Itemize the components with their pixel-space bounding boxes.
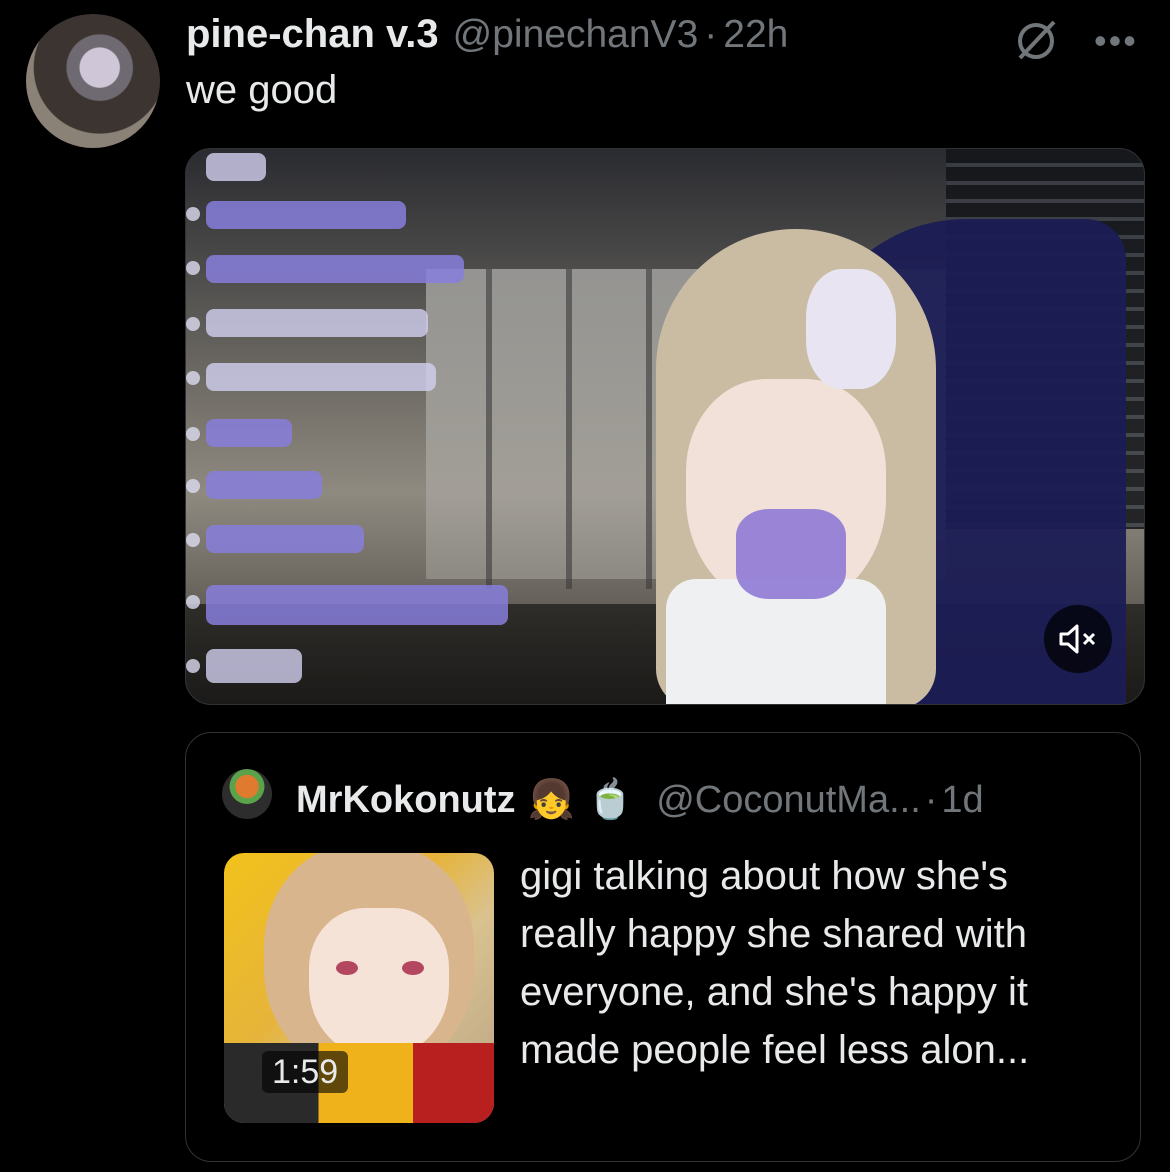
chat-bubble bbox=[206, 525, 364, 553]
handle[interactable]: @pinechanV3 bbox=[453, 13, 699, 57]
quoted-tweet[interactable]: MrKokonutz 👧 🍵 @CoconutMa... · 1d 1:59 g… bbox=[185, 732, 1141, 1162]
timestamp[interactable]: 22h bbox=[723, 13, 788, 57]
thumbnail-face bbox=[309, 908, 449, 1058]
chat-pip bbox=[186, 207, 200, 221]
chat-pip bbox=[186, 261, 200, 275]
display-name[interactable]: pine-chan v.3 bbox=[186, 12, 439, 57]
thumbnail-eye bbox=[402, 961, 424, 975]
character-bow bbox=[806, 269, 896, 389]
quoted-header: MrKokonutz 👧 🍵 @CoconutMa... · 1d bbox=[296, 773, 984, 827]
girl-emoji-icon: 👧 bbox=[527, 779, 575, 821]
video-duration: 1:59 bbox=[262, 1051, 349, 1093]
chat-bubble bbox=[206, 471, 322, 499]
chat-bubble bbox=[206, 153, 266, 181]
volume-muted-icon bbox=[1059, 624, 1096, 654]
tea-emoji-icon: 🍵 bbox=[586, 779, 635, 821]
chat-bubble bbox=[206, 309, 428, 337]
thumbnail-eye bbox=[336, 961, 358, 975]
mute-button[interactable] bbox=[1044, 605, 1112, 673]
quoted-display-name[interactable]: MrKokonutz bbox=[296, 779, 516, 822]
chat-pip bbox=[186, 427, 200, 441]
window-frame bbox=[566, 269, 572, 589]
chat-overlay bbox=[186, 149, 546, 704]
more-icon[interactable]: ••• bbox=[1094, 20, 1138, 62]
chat-bubble bbox=[206, 255, 464, 283]
avatar[interactable] bbox=[26, 14, 160, 148]
separator-dot: · bbox=[704, 13, 718, 56]
chat-pip bbox=[186, 659, 200, 673]
tweet-header: pine-chan v.3 @pinechanV3 · 22h bbox=[186, 12, 788, 62]
quoted-handle[interactable]: @CoconutMa... bbox=[656, 779, 921, 822]
chat-pip bbox=[186, 479, 200, 493]
chat-bubble bbox=[206, 363, 436, 391]
quoted-timestamp[interactable]: 1d bbox=[941, 779, 983, 822]
quoted-video-thumbnail[interactable]: 1:59 bbox=[224, 853, 494, 1123]
chat-bubble bbox=[206, 201, 406, 229]
video-player[interactable] bbox=[185, 148, 1145, 705]
chat-pip bbox=[186, 317, 200, 331]
character-ribbon bbox=[736, 509, 846, 599]
quoted-text: gigi talking about how she's really happ… bbox=[520, 854, 1030, 1072]
grok-icon[interactable] bbox=[1014, 18, 1060, 62]
tweet-text: we good bbox=[186, 68, 338, 112]
chat-bubble bbox=[206, 419, 292, 447]
chat-pip bbox=[186, 595, 200, 609]
chat-pip bbox=[186, 533, 200, 547]
chat-pip bbox=[186, 371, 200, 385]
chat-bubble bbox=[206, 585, 508, 625]
quoted-avatar[interactable] bbox=[222, 769, 272, 819]
separator-dot: · bbox=[924, 778, 938, 821]
window-frame bbox=[646, 269, 652, 589]
chat-bubble bbox=[206, 649, 302, 683]
